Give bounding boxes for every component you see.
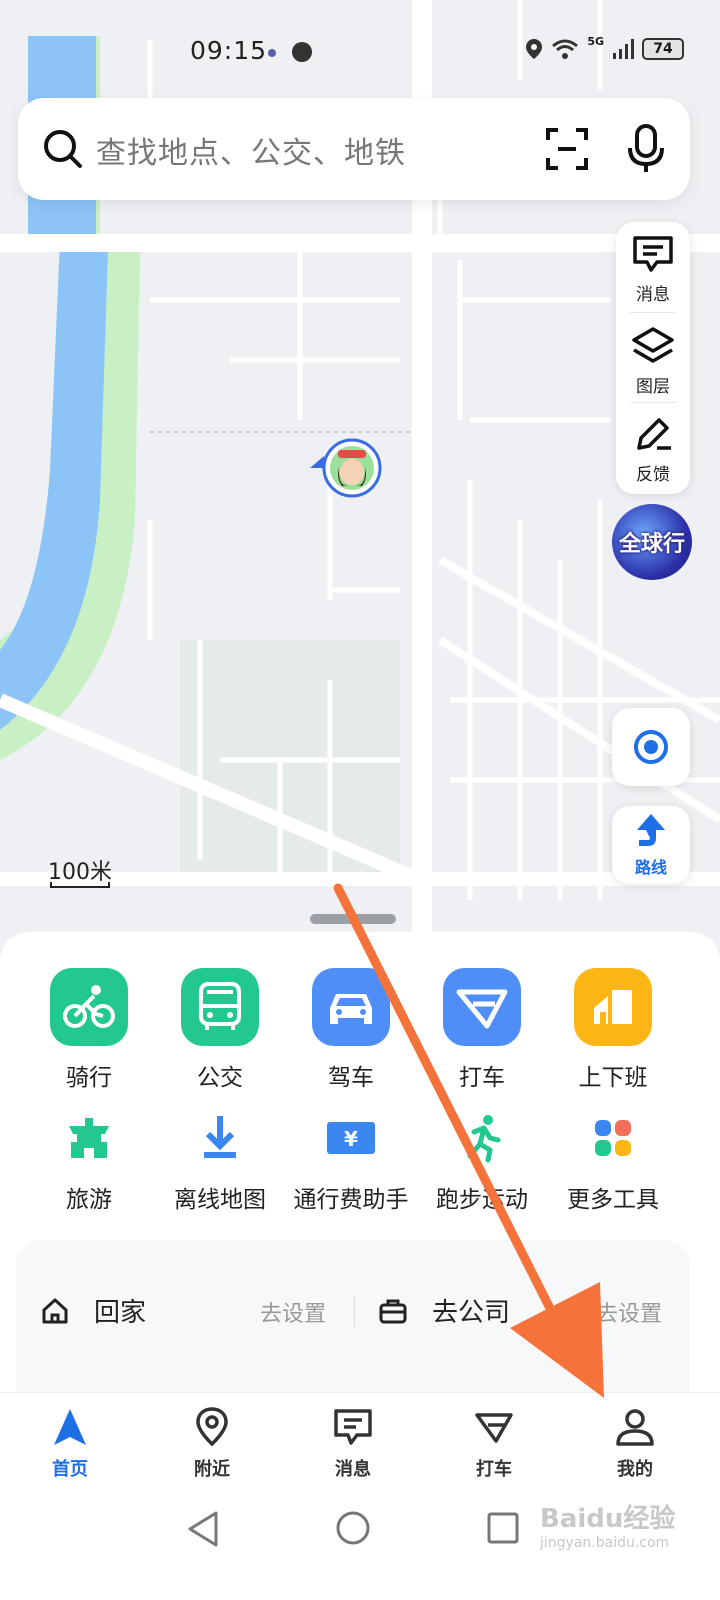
tab-label: 打车 xyxy=(476,1459,512,1480)
download-icon xyxy=(190,1108,250,1168)
work-setup-link[interactable]: 去设置 xyxy=(596,1296,662,1328)
taxi-icon xyxy=(443,968,521,1046)
locate-me-button[interactable] xyxy=(612,708,690,786)
service-bus[interactable]: 公交 xyxy=(150,968,290,1092)
tab-label: 首页 xyxy=(52,1459,88,1480)
map-tools-panel: 消息 图层 反馈 xyxy=(616,222,690,494)
home-setup-link[interactable]: 去设置 xyxy=(260,1296,326,1328)
divider xyxy=(630,312,676,313)
notification-dot-icon xyxy=(268,49,276,57)
map-scale-bar xyxy=(50,882,110,888)
tab-label: 消息 xyxy=(335,1459,371,1480)
tool-toll-assistant[interactable]: ¥ 通行费助手 xyxy=(281,1108,421,1214)
route-label: 路线 xyxy=(634,858,667,877)
global-travel-badge[interactable]: 全球行 xyxy=(612,504,692,580)
location-pin-icon xyxy=(196,1407,228,1447)
tool-travel[interactable]: 旅游 xyxy=(19,1108,159,1214)
service-label: 上下班 xyxy=(578,1065,648,1091)
layers-icon xyxy=(632,327,674,363)
person-icon xyxy=(616,1409,654,1446)
tool-label: 更多工具 xyxy=(567,1187,659,1213)
service-label: 骑行 xyxy=(66,1065,112,1091)
home-route-label[interactable]: 回家 xyxy=(94,1292,146,1329)
tab-label: 我的 xyxy=(617,1459,653,1480)
back-icon[interactable] xyxy=(186,1510,220,1548)
work-route-label[interactable]: 去公司 xyxy=(432,1292,510,1329)
global-travel-label: 全球行 xyxy=(618,532,685,557)
service-commute[interactable]: 上下班 xyxy=(543,968,683,1092)
service-driving[interactable]: 驾车 xyxy=(281,968,421,1092)
svg-text:¥: ¥ xyxy=(344,1127,358,1151)
briefcase-icon xyxy=(379,1299,407,1324)
search-icon xyxy=(44,130,82,168)
tool-label: 通行费助手 xyxy=(293,1187,409,1213)
recent-apps-icon[interactable] xyxy=(487,1512,519,1544)
watermark-subtext: jingyan.baidu.com xyxy=(540,1535,670,1551)
wifi-icon xyxy=(552,39,579,59)
message-icon xyxy=(633,236,673,272)
network-type: 5G xyxy=(587,34,604,48)
battery-indicator: 74 xyxy=(642,38,684,60)
baidu-watermark: Baidu经验 jingyan.baidu.com xyxy=(540,1498,675,1551)
tab-nearby[interactable]: 附近 xyxy=(162,1407,262,1481)
quick-routes-card: 回家 去设置 去公司 去设置 xyxy=(16,1240,690,1392)
home-icon xyxy=(42,1298,68,1324)
signal-icon xyxy=(613,39,634,59)
travel-icon xyxy=(59,1108,119,1168)
tool-label: 旅游 xyxy=(66,1187,112,1213)
microphone-icon[interactable] xyxy=(626,124,666,174)
tab-profile[interactable]: 我的 xyxy=(585,1407,685,1481)
scan-icon[interactable] xyxy=(546,128,588,170)
search-bar[interactable]: 查找地点、公交、地铁 xyxy=(18,98,690,200)
more-tools-icon xyxy=(583,1108,643,1168)
tab-messages[interactable]: 消息 xyxy=(303,1407,403,1481)
browser-globe-icon xyxy=(292,42,312,62)
layers-tool-label: 图层 xyxy=(636,377,670,397)
navigation-arrow-icon xyxy=(54,1409,86,1445)
status-time: 09:15 xyxy=(190,36,268,65)
bottom-tab-bar: 首页 附近 消息 打车 我的 xyxy=(0,1392,720,1490)
tab-label: 附近 xyxy=(194,1459,230,1480)
service-taxi[interactable]: 打车 xyxy=(412,968,552,1092)
tool-more[interactable]: 更多工具 xyxy=(543,1108,683,1214)
locate-target-icon xyxy=(634,730,668,764)
service-label: 驾车 xyxy=(328,1065,374,1091)
feedback-tool-button[interactable]: 反馈 xyxy=(616,402,690,490)
tool-label: 跑步运动 xyxy=(436,1187,528,1213)
sheet-drag-handle[interactable] xyxy=(310,914,396,924)
tab-taxi[interactable]: 打车 xyxy=(444,1407,544,1481)
feedback-tool-label: 反馈 xyxy=(636,465,670,485)
taxi-icon xyxy=(475,1413,513,1443)
status-bar: 09:15 5G 74 xyxy=(0,30,720,74)
edit-pen-icon xyxy=(637,418,671,450)
message-icon xyxy=(334,1409,372,1445)
car-icon xyxy=(312,968,390,1046)
service-label: 打车 xyxy=(459,1065,505,1091)
messages-tool-button[interactable]: 消息 xyxy=(616,222,690,310)
tool-running[interactable]: 跑步运动 xyxy=(412,1108,552,1214)
bike-icon xyxy=(50,968,128,1046)
home-circle-icon[interactable] xyxy=(335,1510,371,1546)
tool-label: 离线地图 xyxy=(174,1187,266,1213)
running-icon xyxy=(452,1108,512,1168)
messages-tool-label: 消息 xyxy=(636,285,670,305)
tool-offline-map[interactable]: 离线地图 xyxy=(150,1108,290,1214)
commute-icon xyxy=(574,968,652,1046)
route-button[interactable]: 路线 xyxy=(612,806,690,884)
toll-icon: ¥ xyxy=(321,1108,381,1168)
layers-tool-button[interactable]: 图层 xyxy=(616,314,690,402)
search-placeholder[interactable]: 查找地点、公交、地铁 xyxy=(96,128,406,172)
route-arrow-icon xyxy=(637,814,665,846)
user-location-avatar[interactable] xyxy=(306,438,386,504)
location-pin-icon xyxy=(526,39,543,59)
watermark-text: Baidu经验 xyxy=(540,1504,676,1534)
divider xyxy=(354,1296,355,1326)
tab-home[interactable]: 首页 xyxy=(20,1407,120,1481)
service-label: 公交 xyxy=(197,1065,243,1091)
bus-icon xyxy=(181,968,259,1046)
service-cycling[interactable]: 骑行 xyxy=(19,968,159,1092)
